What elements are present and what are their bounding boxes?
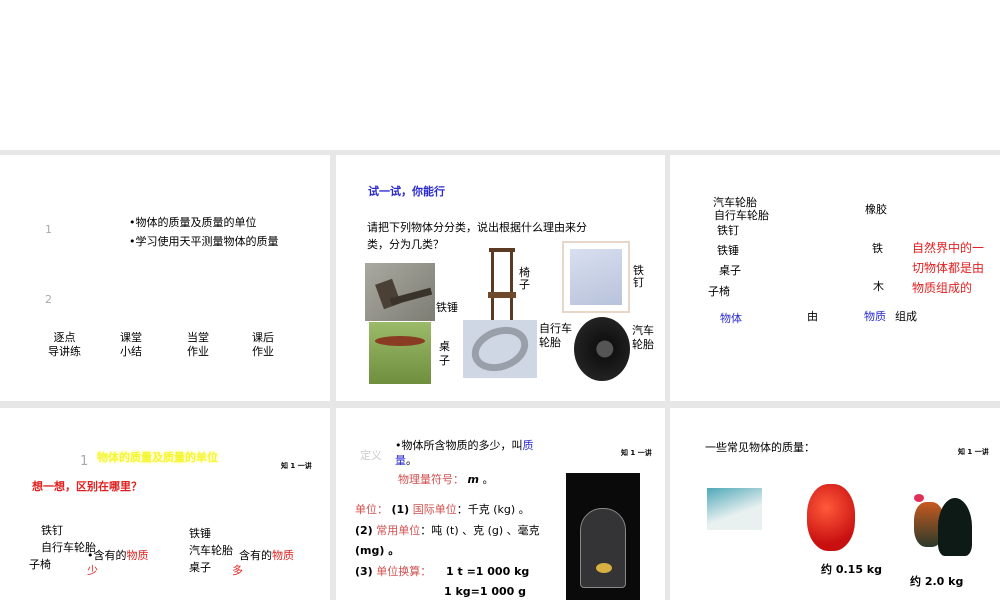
nav-link[interactable]: 当堂 作业 [187, 331, 209, 359]
apple-mass: 约 0.15 kg [821, 563, 882, 576]
corner-label: 知 1 一讲 [281, 462, 312, 470]
material-item: 铁 [872, 242, 883, 255]
object-item: 桌子 [189, 561, 211, 574]
unit-line-1: 单位： (1) 国际单位：千克 (kg) 。 [355, 503, 530, 516]
note-less: •含有的物质 [87, 549, 149, 562]
bicycle-tire-label: 自行车 轮胎 [539, 322, 572, 349]
kilogram-prototype-image [566, 473, 640, 600]
sentence-compose: 组成 [895, 310, 917, 323]
car-tire-label: 汽车 轮胎 [632, 324, 654, 351]
sentence-by: 由 [807, 310, 818, 323]
material-item: 木 [873, 280, 884, 293]
section-heading: 物体的质量及质量的单位 [97, 451, 218, 464]
top-blank-area [0, 0, 1000, 150]
section-number: 2 [45, 293, 52, 306]
slide-thumbnail-1[interactable]: 1 2 •物体的质量及质量的单位 •学习使用天平测量物体的质量 逐点 导讲练 课堂… [0, 155, 330, 401]
object-item: 桌子 [719, 264, 741, 277]
table-label: 桌 子 [439, 340, 450, 367]
symbol-line: 物理量符号： m 。 [398, 473, 494, 486]
nails-label: 铁 钉 [633, 264, 644, 289]
object-item: 汽车轮胎 [189, 544, 233, 557]
object-item: 自行车轮胎 [714, 209, 769, 222]
slide-title: 试一试，你能行 [368, 185, 445, 198]
section-number: 1 [45, 223, 52, 236]
material-item: 橡胶 [865, 203, 887, 216]
note-more: 含有的物质 [239, 549, 294, 562]
slide-thumbnail-6[interactable]: 一些常见物体的质量： 知 1 一讲 约 0.15 kg 约 2.0 kg [670, 408, 1000, 600]
question-text: 想一想，区别在哪里？ [32, 480, 142, 493]
unit-line-3: (3) 单位换算： [355, 565, 432, 578]
conclusion-text: 自然界中的一 切物体都是由 物质组成的 [912, 241, 985, 295]
bullet-item: •物体的质量及质量的单位 [129, 216, 257, 229]
sentence-matter: 物质 [864, 310, 886, 323]
slide-thumbnail-5[interactable]: 定义 知 1 一讲 •物体所含物质的多少，叫质 量。 物理量符号： m 。 单位… [336, 408, 665, 600]
table-image [369, 322, 431, 384]
conversion-2: 1 kg=1 000 g [444, 585, 527, 598]
slide-title: 一些常见物体的质量： [705, 441, 815, 454]
section-number: 1 [80, 454, 89, 469]
sentence-object: 物体 [720, 312, 742, 325]
conversion-1: 1 t =1 000 kg [446, 565, 530, 578]
object-item: 汽车轮胎 [713, 196, 757, 209]
bullet-item: •学习使用天平测量物体的质量 [129, 235, 279, 248]
object-item: 子椅 [29, 558, 51, 571]
pins-box-image [707, 488, 762, 530]
object-item: 铁锤 [717, 244, 739, 257]
bicycle-tire-image [463, 319, 537, 379]
chair-image [486, 248, 518, 323]
apple-image [807, 484, 855, 551]
rooster-mass: 约 2.0 kg [910, 575, 964, 588]
hammer-label: 铁锤 [436, 301, 458, 314]
definition-tag: 定义 [360, 449, 382, 462]
prompt-text: 类，分为几类？ [367, 238, 444, 251]
corner-label: 知 1 一讲 [621, 449, 652, 457]
slide-thumbnail-2[interactable]: 试一试，你能行 请把下列物体分分类，说出根据什么理由来分 类，分为几类？ 铁锤 … [336, 155, 665, 401]
unit-line-2: (2) 常用单位：吨 (t) 、克 (g) 、毫克 [355, 524, 540, 537]
slide-thumbnail-4[interactable]: 1 物体的质量及质量的单位 知 1 一讲 想一想，区别在哪里？ 铁钉 自行车轮胎… [0, 408, 330, 600]
object-item: 子椅 [708, 285, 730, 298]
corner-label: 知 1 一讲 [958, 448, 989, 456]
definition-text-2: 量。 [395, 454, 417, 467]
chair-label: 椅 子 [519, 266, 530, 291]
rooster-image [910, 490, 974, 568]
hammer-image [365, 263, 435, 321]
prompt-text: 请把下列物体分分类，说出根据什么理由来分 [367, 221, 587, 234]
car-tire-image [574, 317, 630, 381]
definition-text: •物体所含物质的多少，叫质 [395, 439, 534, 452]
nav-link[interactable]: 课后 作业 [252, 331, 274, 359]
note-less-end: 少 [87, 564, 98, 577]
nails-image [562, 241, 630, 313]
object-item: 铁钉 [717, 224, 739, 237]
note-more-end: 多 [232, 564, 243, 577]
slide-thumbnail-3[interactable]: 汽车轮胎 自行车轮胎 铁钉 铁锤 桌子 子椅 橡胶 铁 木 自然界中的一 切物体都… [670, 155, 1000, 401]
unit-line-2b: (mg) 。 [355, 544, 400, 557]
nav-link[interactable]: 逐点 导讲练 [48, 331, 81, 359]
object-item: 铁钉 [41, 524, 63, 537]
object-item: 铁锤 [189, 527, 211, 540]
nav-link[interactable]: 课堂 小结 [120, 331, 142, 359]
